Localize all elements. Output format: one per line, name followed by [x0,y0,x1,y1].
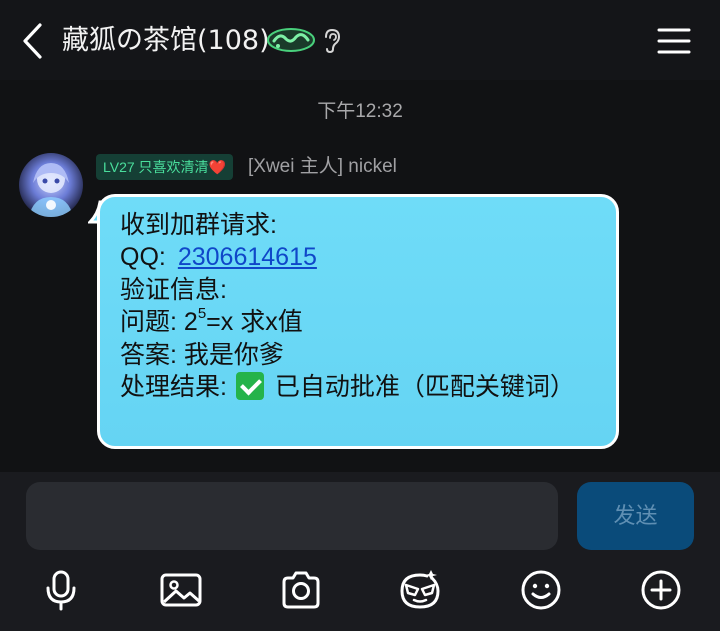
qq-label: QQ: [120,243,166,272]
sender-name[interactable]: [Xwei 主人] nickel [248,154,397,180]
message-bubble[interactable]: 收到加群请求: QQ: 2306614615 验证信息: 问题: 25=x 求x值… [97,194,619,449]
send-button[interactable]: 发送 [577,482,694,550]
voice-button[interactable] [39,568,83,612]
emoji-icon [521,570,561,610]
message-line: 处理结果: 已自动批准（匹配关键词） [120,371,596,403]
question-exponent: 5 [197,305,207,323]
camera-button[interactable] [279,568,323,612]
image-button[interactable] [159,568,203,612]
back-button[interactable] [18,22,50,60]
check-mark-icon [235,372,264,401]
hamburger-menu-icon [657,28,691,54]
chat-header: 藏狐の茶馆(108) [0,0,720,80]
result-value: 已自动批准（匹配关键词） [274,373,575,402]
level-badge-text: LV27 只喜欢清清 [103,159,209,175]
heart-icon: ❤️ [208,159,226,175]
question-label: 问题: [120,308,177,337]
chevron-left-icon [23,23,42,59]
microphone-icon [46,570,76,611]
plus-icon [641,570,681,610]
level-badge: LV27 只喜欢清清❤️ [96,154,233,180]
camera-icon [282,571,320,609]
question-rest: =x 求x值 [206,308,303,337]
image-icon [160,573,202,607]
message-line: 问题: 25=x 求x值 [120,306,596,338]
message-line: 收到加群请求: [120,211,277,239]
message-line: QQ: 2306614615 [120,241,596,273]
qq-number-link[interactable]: 2306614615 [178,243,317,271]
emoji-button[interactable] [519,568,563,612]
message-list[interactable]: 下午12:32 LV27 只喜欢清清❤️ [Xwei 主人] nickel 收到… [0,80,720,472]
menu-button[interactable] [656,25,692,57]
message-line: 答案: 我是你爹 [120,340,284,369]
result-label: 处理结果: [120,373,227,402]
group-title: 藏狐の茶馆(108) [62,25,270,56]
message-timestamp: 下午12:32 [317,101,403,122]
question-base: 2 [183,308,198,337]
sender-avatar[interactable] [19,153,83,217]
message-input[interactable] [26,482,558,550]
sticker-button[interactable] [398,568,442,612]
composer-panel: 发送 [0,472,720,631]
message-line: 验证信息: [120,275,227,304]
ear-icon[interactable] [322,28,342,54]
sticker-icon [400,570,440,609]
captain-badge-icon [266,26,316,54]
more-button[interactable] [639,568,683,612]
